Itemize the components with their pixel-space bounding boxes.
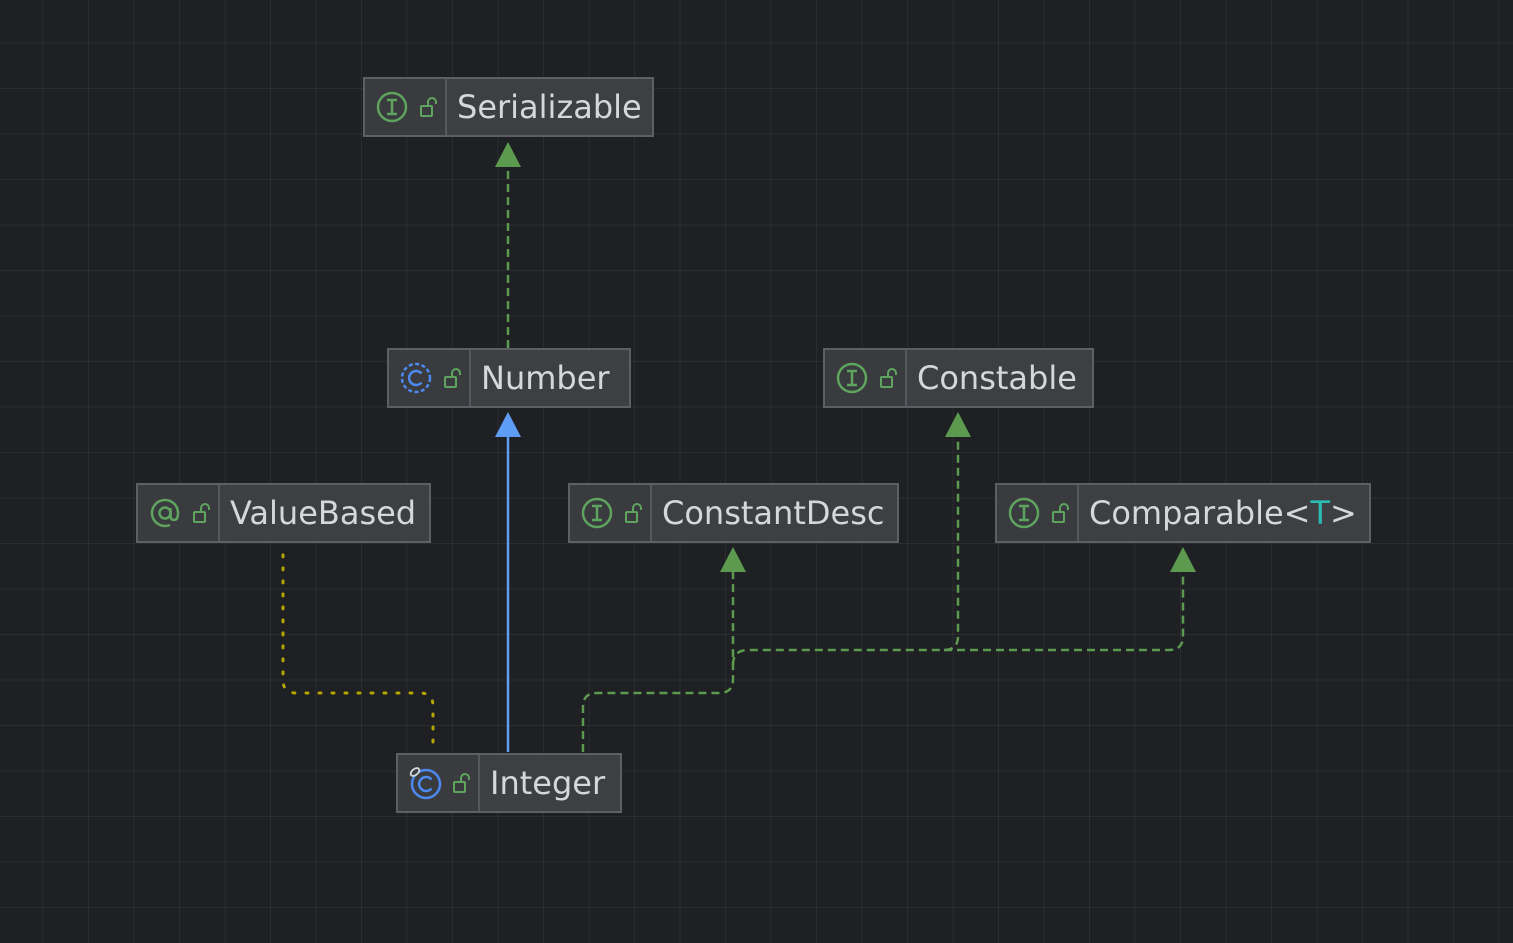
node-label: Constable [917, 359, 1077, 397]
node-label: Integer [490, 764, 606, 802]
edge-arrowhead [495, 412, 521, 437]
abstract-class-icon [400, 362, 432, 394]
node-constantdesc[interactable]: ConstantDesc [568, 483, 899, 543]
diagram-canvas [281, 142, 1196, 752]
edge-arrowhead [720, 547, 746, 572]
final-class-icon [409, 767, 442, 800]
interface-icon [581, 497, 613, 529]
edge-integer-annotated-valuebased [281, 544, 435, 744]
unlock-icon [420, 97, 437, 117]
node-label: ConstantDesc [662, 494, 885, 532]
node-icons [365, 79, 447, 135]
node-valuebased[interactable]: ValueBased [136, 483, 431, 543]
type-parameter: T [1310, 494, 1331, 532]
unlock-icon [880, 368, 897, 388]
edge-arrowhead [1170, 547, 1196, 572]
node-icons [138, 485, 220, 541]
node-label: ValueBased [230, 494, 417, 532]
edge-integer-implements-comparable [944, 572, 1185, 652]
node-icons [570, 485, 652, 541]
unlock-icon [1052, 503, 1069, 523]
node-serializable[interactable]: Serializable [363, 77, 654, 137]
unlock-icon [444, 368, 461, 388]
edge-integer-implements-constable [731, 437, 960, 666]
node-label: Serializable [457, 88, 642, 126]
node-label: Number [481, 359, 610, 397]
node-constable[interactable]: Constable [823, 348, 1094, 408]
unlock-icon [193, 503, 210, 523]
node-integer[interactable]: Integer [396, 753, 622, 813]
unlock-icon [453, 773, 470, 793]
annotation-icon [150, 498, 180, 528]
node-label: Comparable< T > [1079, 485, 1373, 541]
node-icons [389, 350, 471, 406]
edge-arrowhead [495, 142, 521, 167]
node-number[interactable]: Number [387, 348, 631, 408]
edge-integer-implements-constantdesc [581, 572, 735, 752]
node-label-suffix: > [1330, 494, 1357, 532]
interface-icon [1008, 497, 1040, 529]
node-comparable[interactable]: Comparable< T > [995, 483, 1371, 543]
node-label-name: Comparable< [1089, 494, 1311, 532]
node-icons [398, 755, 480, 811]
edge-arrowhead [945, 412, 971, 437]
unlock-icon [625, 503, 642, 523]
interface-icon [836, 362, 868, 394]
interface-icon [376, 91, 408, 123]
node-icons [825, 350, 907, 406]
node-icons [997, 485, 1079, 541]
